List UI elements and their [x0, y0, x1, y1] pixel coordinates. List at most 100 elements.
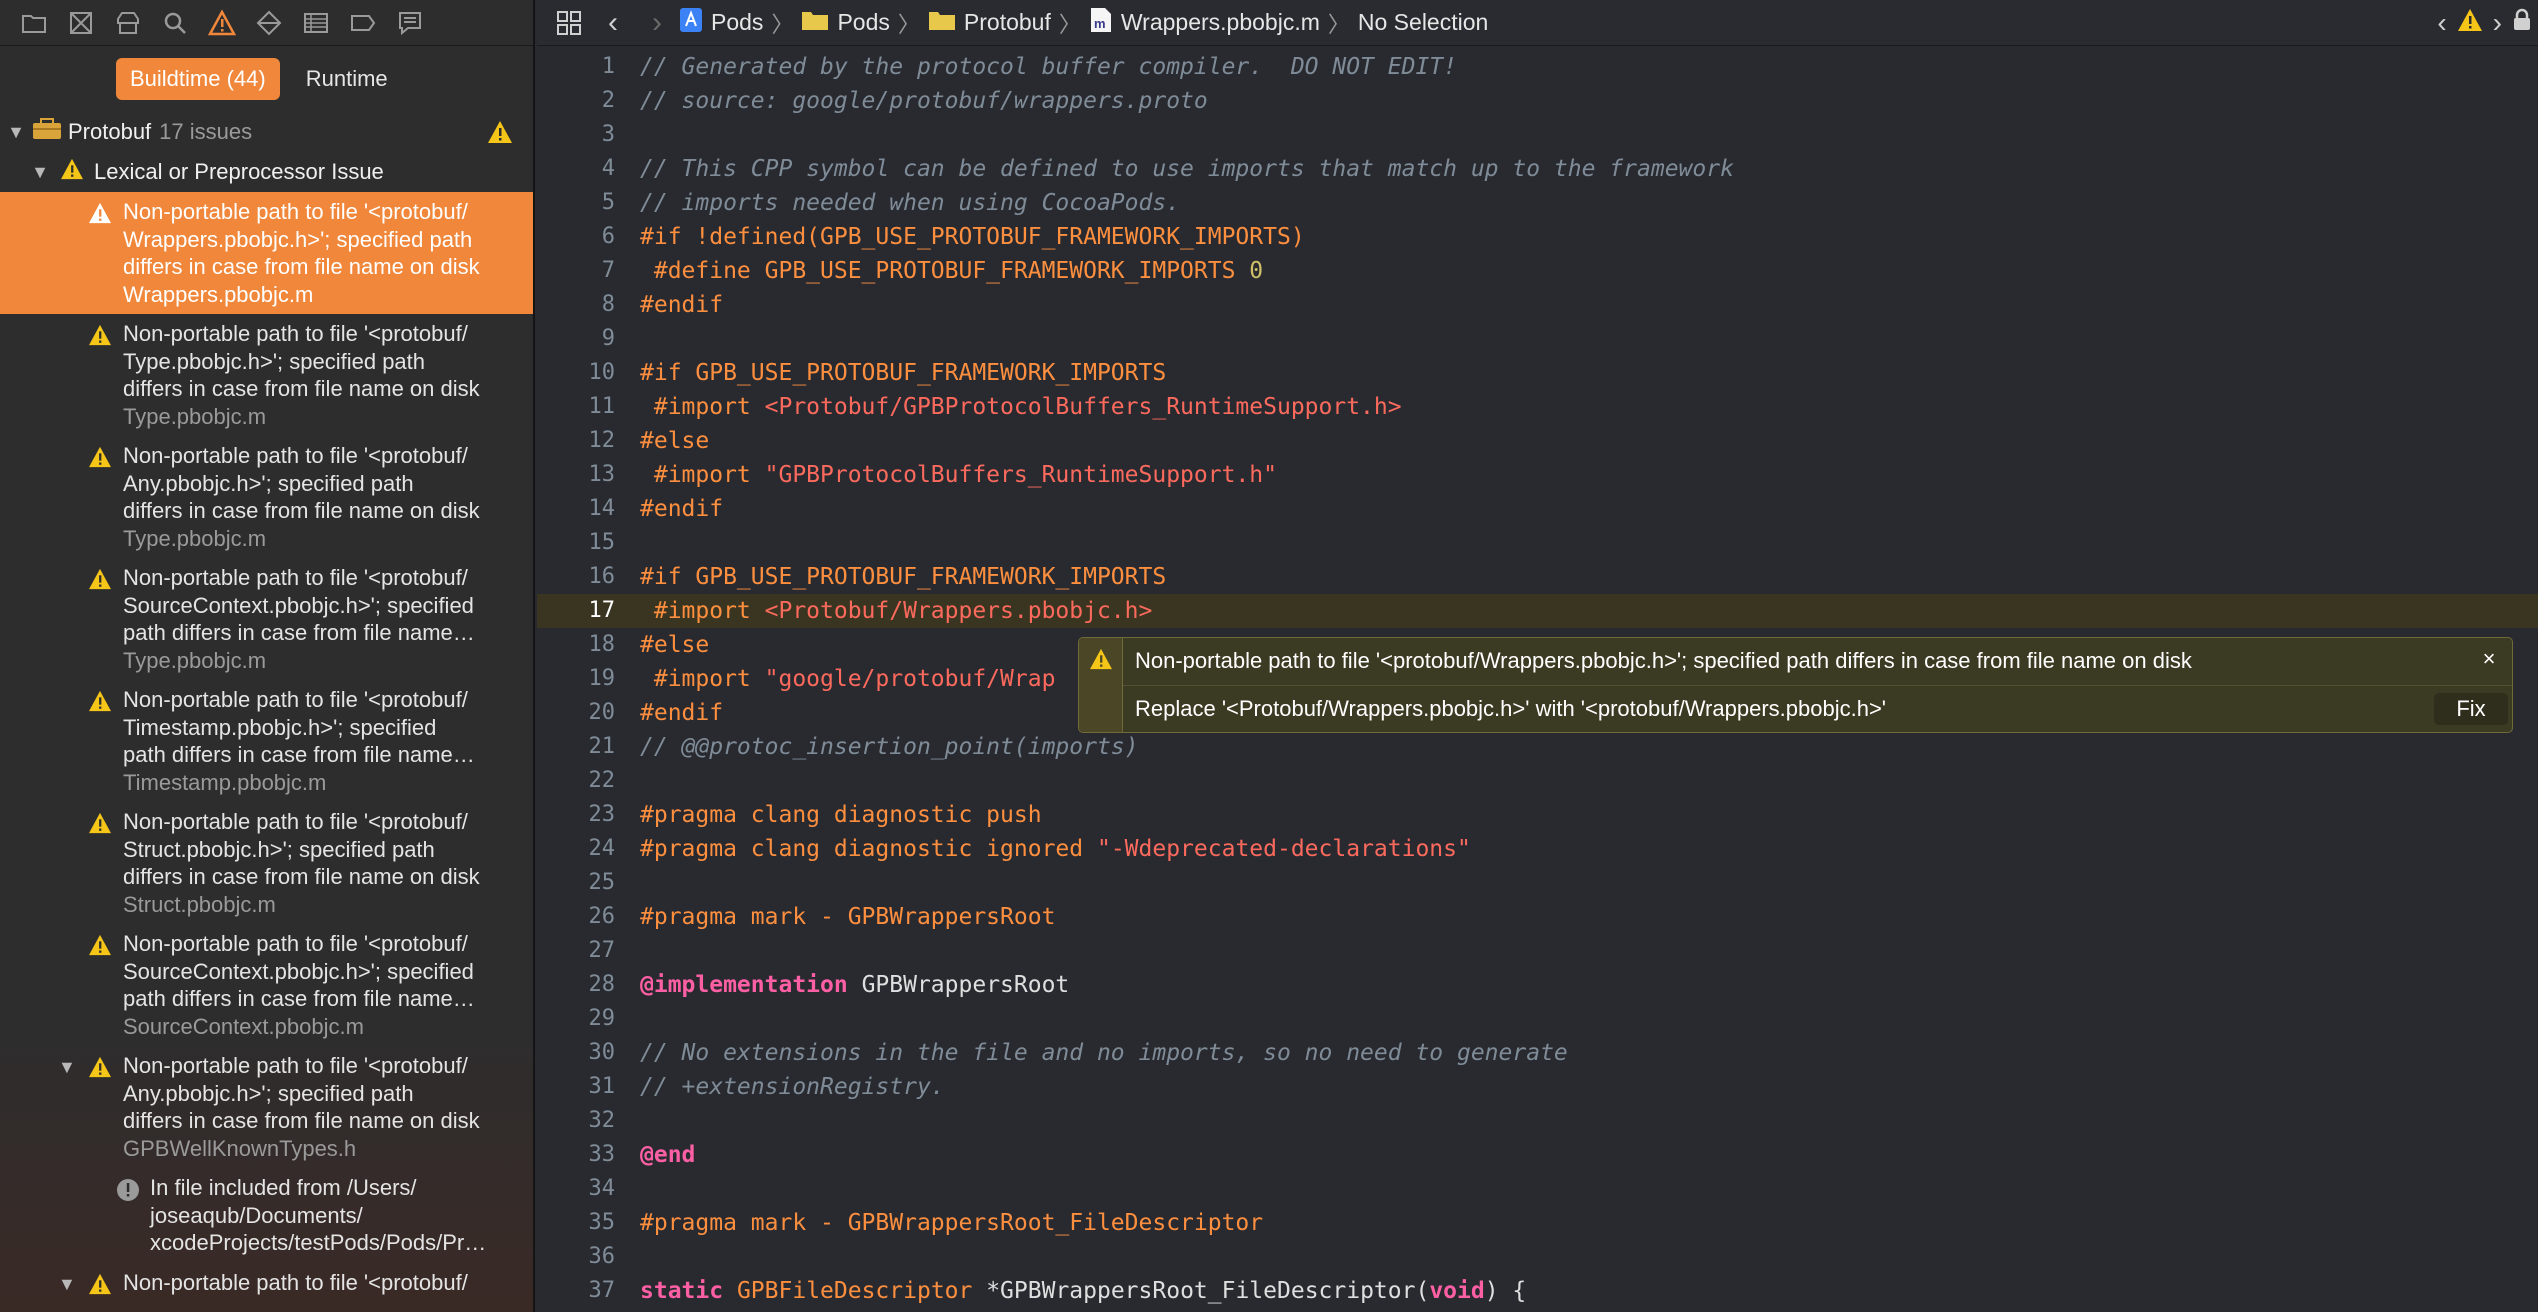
breadcrumb-symbol[interactable]: No Selection	[1358, 9, 1488, 36]
code-text[interactable]: #import "google/protobuf/Wrap	[640, 662, 1056, 696]
fixit-replacement[interactable]: Replace '<Protobuf/Wrappers.pbobjc.h>' w…	[1135, 696, 1886, 722]
line-number[interactable]: 35	[537, 1206, 616, 1240]
code-line[interactable]: 13 #import "GPBProtocolBuffers_RuntimeSu…	[537, 458, 2538, 492]
line-number[interactable]: 31	[537, 1070, 616, 1104]
issue-icon[interactable]	[198, 0, 245, 46]
line-number[interactable]: 14	[537, 492, 616, 526]
breadcrumb-group[interactable]: Protobuf	[928, 9, 1051, 37]
code-line[interactable]: 6 #if !defined(GPB_USE_PROTOBUF_FRAMEWORK…	[537, 220, 2538, 254]
issue-item[interactable]: Non-portable path to file '<protobuf/ St…	[0, 802, 533, 924]
code-line[interactable]: 34	[537, 1172, 2538, 1206]
lock-icon[interactable]	[2512, 7, 2532, 39]
code-text[interactable]: #endif	[640, 492, 723, 526]
source-control-icon[interactable]	[57, 0, 104, 46]
code-line[interactable]: 29	[537, 1002, 2538, 1036]
line-number[interactable]: 16	[537, 560, 616, 594]
line-number[interactable]: 23	[537, 798, 616, 832]
line-number[interactable]: 27	[537, 934, 616, 968]
line-number[interactable]: 4	[537, 152, 615, 186]
issue-item[interactable]: Non-portable path to file '<protobuf/ Ti…	[0, 680, 533, 802]
code-text[interactable]: static GPBFileDescriptor *GPBWrappersRoo…	[640, 1274, 1526, 1308]
code-text[interactable]: #endif	[640, 288, 723, 322]
code-line[interactable]: 35 #pragma mark - GPBWrappersRoot_FileDes…	[537, 1206, 2538, 1240]
code-line[interactable]: 30 // No extensions in the file and no im…	[537, 1036, 2538, 1070]
code-line[interactable]: 33 @end	[537, 1138, 2538, 1172]
code-text[interactable]: // This CPP symbol can be defined to use…	[640, 152, 1734, 186]
code-line[interactable]: 15	[537, 526, 2538, 560]
code-line[interactable]: 28 @implementation GPBWrappersRoot	[537, 968, 2538, 1002]
line-number[interactable]: 26	[537, 900, 616, 934]
code-text[interactable]: #pragma mark - GPBWrappersRoot	[640, 900, 1055, 934]
code-line[interactable]: 4 // This CPP symbol can be defined to us…	[537, 152, 2538, 186]
debug-icon[interactable]	[292, 0, 339, 46]
code-text[interactable]: // No extensions in the file and no impo…	[640, 1036, 1568, 1070]
code-line[interactable]: 2 // source: google/protobuf/wrappers.pro…	[537, 84, 2538, 118]
line-number[interactable]: 2	[537, 84, 615, 118]
fix-button[interactable]: Fix	[2434, 693, 2508, 725]
line-number[interactable]: 12	[537, 424, 616, 458]
line-number[interactable]: 36	[537, 1240, 616, 1274]
issue-item[interactable]: Non-portable path to file '<protobuf/ So…	[0, 924, 533, 1046]
code-line[interactable]: 5 // imports needed when using CocoaPods.	[537, 186, 2538, 220]
line-number[interactable]: 13	[537, 458, 616, 492]
line-number[interactable]: 11	[537, 390, 616, 424]
line-number[interactable]: 18	[537, 628, 616, 662]
buildtime-tab[interactable]: Buildtime (44)	[116, 58, 280, 100]
category-row[interactable]: ▼ Lexical or Preprocessor Issue	[0, 152, 533, 192]
code-text[interactable]: #else	[640, 424, 709, 458]
note-item[interactable]: In file included from /Users/ joseaqub/D…	[0, 1168, 533, 1263]
line-number[interactable]: 32	[537, 1104, 616, 1138]
code-line[interactable]: 26 #pragma mark - GPBWrappersRoot	[537, 900, 2538, 934]
code-line[interactable]: 31 // +extensionRegistry.	[537, 1070, 2538, 1104]
code-text[interactable]: #if GPB_USE_PROTOBUF_FRAMEWORK_IMPORTS	[640, 560, 1166, 594]
back-chevron-icon[interactable]: ‹	[591, 0, 635, 46]
code-text[interactable]: // +extensionRegistry.	[640, 1070, 945, 1104]
code-text[interactable]: #import <Protobuf/GPBProtocolBuffers_Run…	[640, 390, 1402, 424]
disclosure-down-icon[interactable]: ▼	[28, 162, 52, 183]
close-button[interactable]: ×	[2476, 646, 2502, 672]
code-line[interactable]: 25	[537, 866, 2538, 900]
code-line[interactable]: 8 #endif	[537, 288, 2538, 322]
code-line[interactable]: 3	[537, 118, 2538, 152]
symbol-icon[interactable]	[104, 0, 151, 46]
code-line[interactable]: 9	[537, 322, 2538, 356]
line-number[interactable]: 5	[537, 186, 615, 220]
line-number[interactable]: 21	[537, 730, 616, 764]
code-text[interactable]: #define GPB_USE_PROTOBUF_FRAMEWORK_IMPOR…	[640, 254, 1263, 288]
code-line[interactable]: 37 static GPBFileDescriptor *GPBWrappersR…	[537, 1274, 2538, 1308]
code-line[interactable]: 21 // @@protoc_insertion_point(imports)	[537, 730, 2538, 764]
issue-item[interactable]: ▼ Non-portable path to file '<protobuf/ …	[0, 1046, 533, 1168]
code-line[interactable]: 7 #define GPB_USE_PROTOBUF_FRAMEWORK_IMP…	[537, 254, 2538, 288]
line-number[interactable]: 29	[537, 1002, 616, 1036]
line-number[interactable]: 6	[537, 220, 615, 254]
code-line[interactable]: 27	[537, 934, 2538, 968]
issue-item[interactable]: Non-portable path to file '<protobuf/ An…	[0, 436, 533, 558]
code-text[interactable]: #import "GPBProtocolBuffers_RuntimeSuppo…	[640, 458, 1277, 492]
related-items-icon[interactable]	[547, 0, 591, 46]
project-row[interactable]: ▼ Protobuf 17 issues	[0, 112, 533, 152]
breadcrumb-project[interactable]: Pods	[679, 7, 763, 39]
runtime-tab[interactable]: Runtime	[292, 58, 402, 100]
issue-item[interactable]: Non-portable path to file '<protobuf/ So…	[0, 558, 533, 680]
code-line[interactable]: 36	[537, 1240, 2538, 1274]
disclosure-down-icon[interactable]: ▼	[4, 122, 28, 143]
breadcrumb-file[interactable]: m Wrappers.pbobjc.m	[1089, 7, 1320, 39]
test-icon[interactable]	[245, 0, 292, 46]
previous-issue-icon[interactable]: ‹	[2437, 7, 2446, 39]
issue-item[interactable]: Non-portable path to file '<protobuf/ Ty…	[0, 314, 533, 436]
line-number[interactable]: 10	[537, 356, 616, 390]
line-number[interactable]: 17	[537, 594, 616, 628]
code-line[interactable]: 11 #import <Protobuf/GPBProtocolBuffers_…	[537, 390, 2538, 424]
line-number[interactable]: 1	[537, 50, 615, 84]
code-text[interactable]: #pragma clang diagnostic push	[640, 798, 1042, 832]
code-text[interactable]: // @@protoc_insertion_point(imports)	[640, 730, 1139, 764]
disclosure-down-icon[interactable]: ▼	[58, 1271, 76, 1299]
breakpoint-icon[interactable]	[339, 0, 386, 46]
line-number[interactable]: 8	[537, 288, 615, 322]
line-number[interactable]: 24	[537, 832, 616, 866]
code-line[interactable]: 10 #if GPB_USE_PROTOBUF_FRAMEWORK_IMPORTS	[537, 356, 2538, 390]
code-text[interactable]: @end	[640, 1138, 695, 1172]
code-text[interactable]: // Generated by the protocol buffer comp…	[640, 50, 1457, 84]
report-icon[interactable]	[386, 0, 433, 46]
code-text[interactable]: #import <Protobuf/Wrappers.pbobjc.h>	[640, 594, 1153, 628]
